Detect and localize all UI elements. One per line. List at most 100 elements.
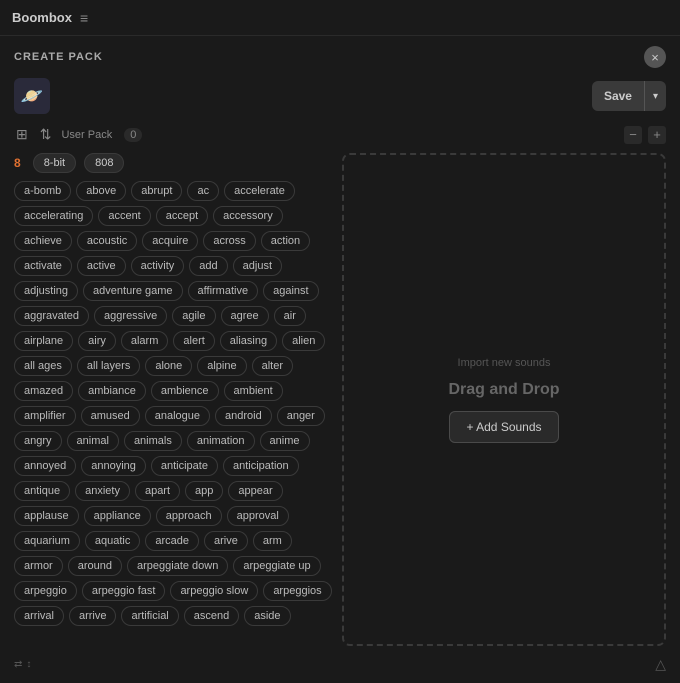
plus-button[interactable]: + bbox=[648, 126, 666, 144]
tag-item[interactable]: aside bbox=[244, 606, 290, 626]
tag-item[interactable]: aquarium bbox=[14, 531, 80, 551]
tag-item[interactable]: above bbox=[76, 181, 126, 201]
tag-item[interactable]: aggressive bbox=[94, 306, 167, 326]
tag-item[interactable]: arrive bbox=[69, 606, 117, 626]
add-sounds-button[interactable]: + Add Sounds bbox=[449, 411, 558, 443]
tag-item[interactable]: amazed bbox=[14, 381, 73, 401]
tag-item[interactable]: acquire bbox=[142, 231, 198, 251]
tag-item[interactable]: across bbox=[203, 231, 255, 251]
tag-item[interactable]: arcade bbox=[145, 531, 199, 551]
tag-item[interactable]: annoying bbox=[81, 456, 146, 476]
tag-item[interactable]: alpine bbox=[197, 356, 246, 376]
tag-item[interactable]: accept bbox=[156, 206, 208, 226]
tag-item[interactable]: all ages bbox=[14, 356, 72, 376]
tag-item[interactable]: accessory bbox=[213, 206, 283, 226]
tag-item[interactable]: arive bbox=[204, 531, 248, 551]
tag-item[interactable]: alien bbox=[282, 331, 325, 351]
tag-item[interactable]: anime bbox=[260, 431, 310, 451]
close-button[interactable]: × bbox=[644, 46, 666, 68]
tag-item[interactable]: appliance bbox=[84, 506, 151, 526]
tag-item[interactable]: adventure game bbox=[83, 281, 183, 301]
tag-item[interactable]: accent bbox=[98, 206, 150, 226]
tag-item[interactable]: annoyed bbox=[14, 456, 76, 476]
minus-button[interactable]: − bbox=[624, 126, 642, 144]
tag-item[interactable]: arm bbox=[253, 531, 292, 551]
tag-item[interactable]: arpeggio slow bbox=[170, 581, 258, 601]
save-dropdown-button[interactable]: ▾ bbox=[644, 81, 666, 111]
tag-item[interactable]: ambiance bbox=[78, 381, 146, 401]
tag-item[interactable]: animal bbox=[67, 431, 119, 451]
tag-item[interactable]: add bbox=[189, 256, 227, 276]
tag-item[interactable]: artificial bbox=[121, 606, 178, 626]
pack-name-input[interactable] bbox=[58, 78, 584, 114]
tag-item[interactable]: alarm bbox=[121, 331, 169, 351]
tag-item[interactable]: angry bbox=[14, 431, 62, 451]
tag-item[interactable]: arpeggio bbox=[14, 581, 77, 601]
tag-item[interactable]: analogue bbox=[145, 406, 210, 426]
tag-item[interactable]: airy bbox=[78, 331, 116, 351]
controls-right: − + bbox=[624, 126, 666, 144]
grid-icon-button[interactable]: ⊞ bbox=[14, 124, 30, 145]
tag-item[interactable]: acoustic bbox=[77, 231, 137, 251]
tag-item[interactable]: amused bbox=[81, 406, 140, 426]
tag-item[interactable]: arpeggio fast bbox=[82, 581, 166, 601]
tag-item[interactable]: armor bbox=[14, 556, 63, 576]
tag-item[interactable]: aliasing bbox=[220, 331, 277, 351]
filter-tab-808[interactable]: 808 bbox=[84, 153, 124, 173]
sort-icon-button[interactable]: ⇅ bbox=[38, 124, 54, 145]
tag-item[interactable]: affirmative bbox=[188, 281, 259, 301]
tag-item[interactable]: activity bbox=[131, 256, 185, 276]
tag-item[interactable]: applause bbox=[14, 506, 79, 526]
tag-item[interactable]: aggravated bbox=[14, 306, 89, 326]
tag-item[interactable]: approval bbox=[227, 506, 289, 526]
tag-item[interactable]: android bbox=[215, 406, 272, 426]
save-button[interactable]: Save bbox=[592, 81, 644, 111]
tag-item[interactable]: all layers bbox=[77, 356, 140, 376]
tag-item[interactable]: animation bbox=[187, 431, 255, 451]
tag-item[interactable]: alter bbox=[252, 356, 293, 376]
tag-item[interactable]: agile bbox=[172, 306, 215, 326]
tag-item[interactable]: animals bbox=[124, 431, 182, 451]
tag-item[interactable]: apart bbox=[135, 481, 180, 501]
bottom-bar: ⇄ ↕ △ bbox=[14, 650, 666, 673]
filter-tab-8bit[interactable]: 8-bit bbox=[33, 153, 76, 173]
tag-item[interactable]: amplifier bbox=[14, 406, 76, 426]
tag-item[interactable]: appear bbox=[228, 481, 282, 501]
tag-item[interactable]: accelerate bbox=[224, 181, 295, 201]
tag-item[interactable]: arpeggiate down bbox=[127, 556, 228, 576]
tag-item[interactable]: anxiety bbox=[75, 481, 130, 501]
tag-item[interactable]: antique bbox=[14, 481, 70, 501]
tag-item[interactable]: app bbox=[185, 481, 223, 501]
triangle-icon: △ bbox=[655, 656, 666, 673]
tag-item[interactable]: against bbox=[263, 281, 318, 301]
tag-item[interactable]: adjusting bbox=[14, 281, 78, 301]
tag-item[interactable]: activate bbox=[14, 256, 72, 276]
tag-item[interactable]: action bbox=[261, 231, 310, 251]
tag-item[interactable]: ascend bbox=[184, 606, 239, 626]
tag-item[interactable]: alone bbox=[145, 356, 192, 376]
tag-item[interactable]: arrival bbox=[14, 606, 64, 626]
tag-item[interactable]: active bbox=[77, 256, 126, 276]
tag-item[interactable]: ambient bbox=[224, 381, 283, 401]
tag-item[interactable]: anticipation bbox=[223, 456, 299, 476]
tag-item[interactable]: achieve bbox=[14, 231, 72, 251]
tag-item[interactable]: anger bbox=[277, 406, 325, 426]
tag-item[interactable]: aquatic bbox=[85, 531, 140, 551]
menu-icon[interactable]: ≡ bbox=[80, 10, 88, 26]
tag-item[interactable]: airplane bbox=[14, 331, 73, 351]
tag-item[interactable]: ac bbox=[187, 181, 219, 201]
tag-item[interactable]: ambience bbox=[151, 381, 219, 401]
tag-item[interactable]: around bbox=[68, 556, 122, 576]
tag-item[interactable]: agree bbox=[221, 306, 269, 326]
tag-item[interactable]: arpeggios bbox=[263, 581, 331, 601]
tag-item[interactable]: accelerating bbox=[14, 206, 93, 226]
tag-item[interactable]: a-bomb bbox=[14, 181, 71, 201]
tag-item[interactable]: approach bbox=[156, 506, 222, 526]
tag-item[interactable]: adjust bbox=[233, 256, 282, 276]
tag-item[interactable]: anticipate bbox=[151, 456, 218, 476]
tag-item[interactable]: alert bbox=[173, 331, 214, 351]
tag-item[interactable]: air bbox=[274, 306, 306, 326]
tag-item[interactable]: arpeggiate up bbox=[233, 556, 320, 576]
tag-item[interactable]: abrupt bbox=[131, 181, 182, 201]
pack-avatar: 🪐 bbox=[14, 78, 50, 114]
